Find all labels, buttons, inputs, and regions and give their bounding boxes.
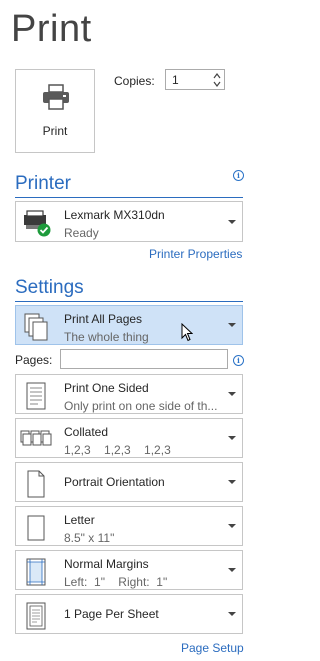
printer-divider	[15, 197, 243, 198]
sides-subtitle: Only print on one side of th...	[64, 399, 218, 413]
printer-icon	[43, 84, 69, 110]
paper-size-title: Letter	[64, 513, 95, 527]
paper-size-subtitle: 8.5" x 11"	[64, 531, 115, 545]
copies-value[interactable]: 1	[172, 73, 179, 87]
settings-heading: Settings	[15, 277, 84, 298]
chevron-down-icon	[228, 612, 236, 616]
portrait-icon	[27, 470, 45, 498]
chevron-down-icon	[228, 323, 236, 327]
margins-subtitle: Left: 1" Right: 1"	[64, 575, 168, 589]
margins-dropdown[interactable]: Normal Margins Left: 1" Right: 1"	[15, 550, 243, 590]
settings-divider	[15, 301, 243, 302]
orientation-title: Portrait Orientation	[64, 475, 165, 489]
collation-dropdown[interactable]: Collated 1,2,3 1,2,3 1,2,3	[15, 418, 243, 458]
print-range-subtitle: The whole thing	[64, 330, 149, 344]
pages-per-sheet-dropdown[interactable]: 1 Page Per Sheet	[15, 594, 243, 634]
pages-per-sheet-icon	[26, 602, 46, 630]
print-range-title: Print All Pages	[64, 312, 143, 326]
print-range-dropdown[interactable]: Print All Pages The whole thing	[15, 305, 243, 345]
sides-dropdown[interactable]: Print One Sided Only print on one side o…	[15, 374, 243, 414]
paper-size-icon	[27, 515, 45, 541]
paper-size-dropdown[interactable]: Letter 8.5" x 11"	[15, 506, 243, 546]
pages-stack-icon	[24, 313, 48, 341]
margins-title: Normal Margins	[64, 557, 149, 571]
orientation-dropdown[interactable]: Portrait Orientation	[15, 462, 243, 502]
collated-icon	[20, 430, 52, 446]
collation-subtitle: 1,2,3 1,2,3 1,2,3	[64, 443, 171, 457]
pages-label: Pages:	[15, 353, 53, 367]
printer-name: Lexmark MX310dn	[64, 208, 165, 222]
chevron-down-icon	[228, 568, 236, 572]
copies-stepper[interactable]: 1	[165, 69, 225, 90]
one-sided-icon	[26, 382, 46, 410]
chevron-down-icon	[228, 220, 236, 224]
printer-info-icon[interactable]: i	[233, 170, 244, 181]
copies-label: Copies:	[114, 74, 155, 88]
sides-title: Print One Sided	[64, 381, 149, 395]
chevron-down-icon	[228, 436, 236, 440]
print-button-label: Print	[42, 124, 68, 138]
pages-input[interactable]	[60, 349, 228, 369]
mouse-cursor-icon	[181, 323, 193, 342]
page-title: Print	[11, 8, 92, 50]
printer-heading: Printer	[15, 173, 71, 194]
page-setup-link[interactable]: Page Setup	[181, 641, 244, 655]
pages-info-icon[interactable]: i	[233, 355, 244, 366]
printer-dropdown[interactable]: Lexmark MX310dn Ready	[15, 201, 243, 242]
pages-per-sheet-title: 1 Page Per Sheet	[64, 607, 159, 621]
printer-ready-icon	[24, 210, 51, 237]
printer-properties-link[interactable]: Printer Properties	[149, 247, 242, 261]
printer-status: Ready	[64, 226, 99, 240]
margins-icon	[26, 558, 46, 586]
spin-arrows-icon[interactable]	[212, 71, 222, 89]
chevron-down-icon	[228, 392, 236, 396]
chevron-down-icon	[228, 480, 236, 484]
print-button[interactable]: Print	[15, 69, 95, 153]
chevron-down-icon	[228, 524, 236, 528]
collation-title: Collated	[64, 425, 109, 439]
